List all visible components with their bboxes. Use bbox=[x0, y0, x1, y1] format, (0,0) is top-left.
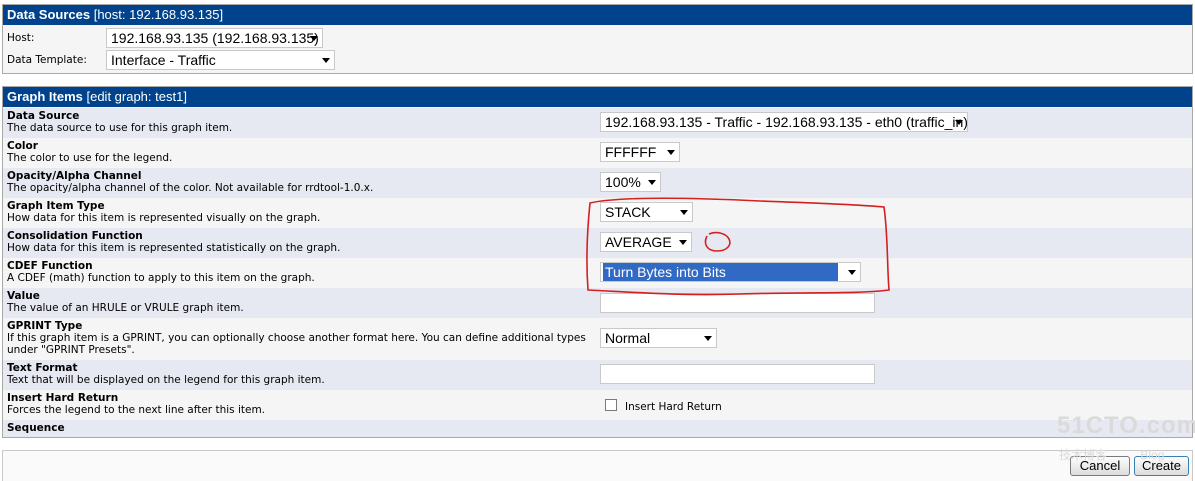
watermark-text-2: 技术博客 bbox=[1059, 448, 1108, 462]
watermark-subtext: 技术博客 Blog bbox=[1059, 446, 1164, 463]
annotation-rectangle bbox=[586, 197, 890, 296]
watermark-logo: 51CTO.com bbox=[1057, 412, 1195, 440]
annotation-overlay bbox=[586, 197, 890, 296]
button-bar: Cancel Create bbox=[2, 450, 1193, 481]
annotation-circle bbox=[704, 231, 731, 252]
watermark-text-3: Blog bbox=[1140, 448, 1165, 462]
watermark-text: 51CTO.com bbox=[1057, 412, 1195, 439]
